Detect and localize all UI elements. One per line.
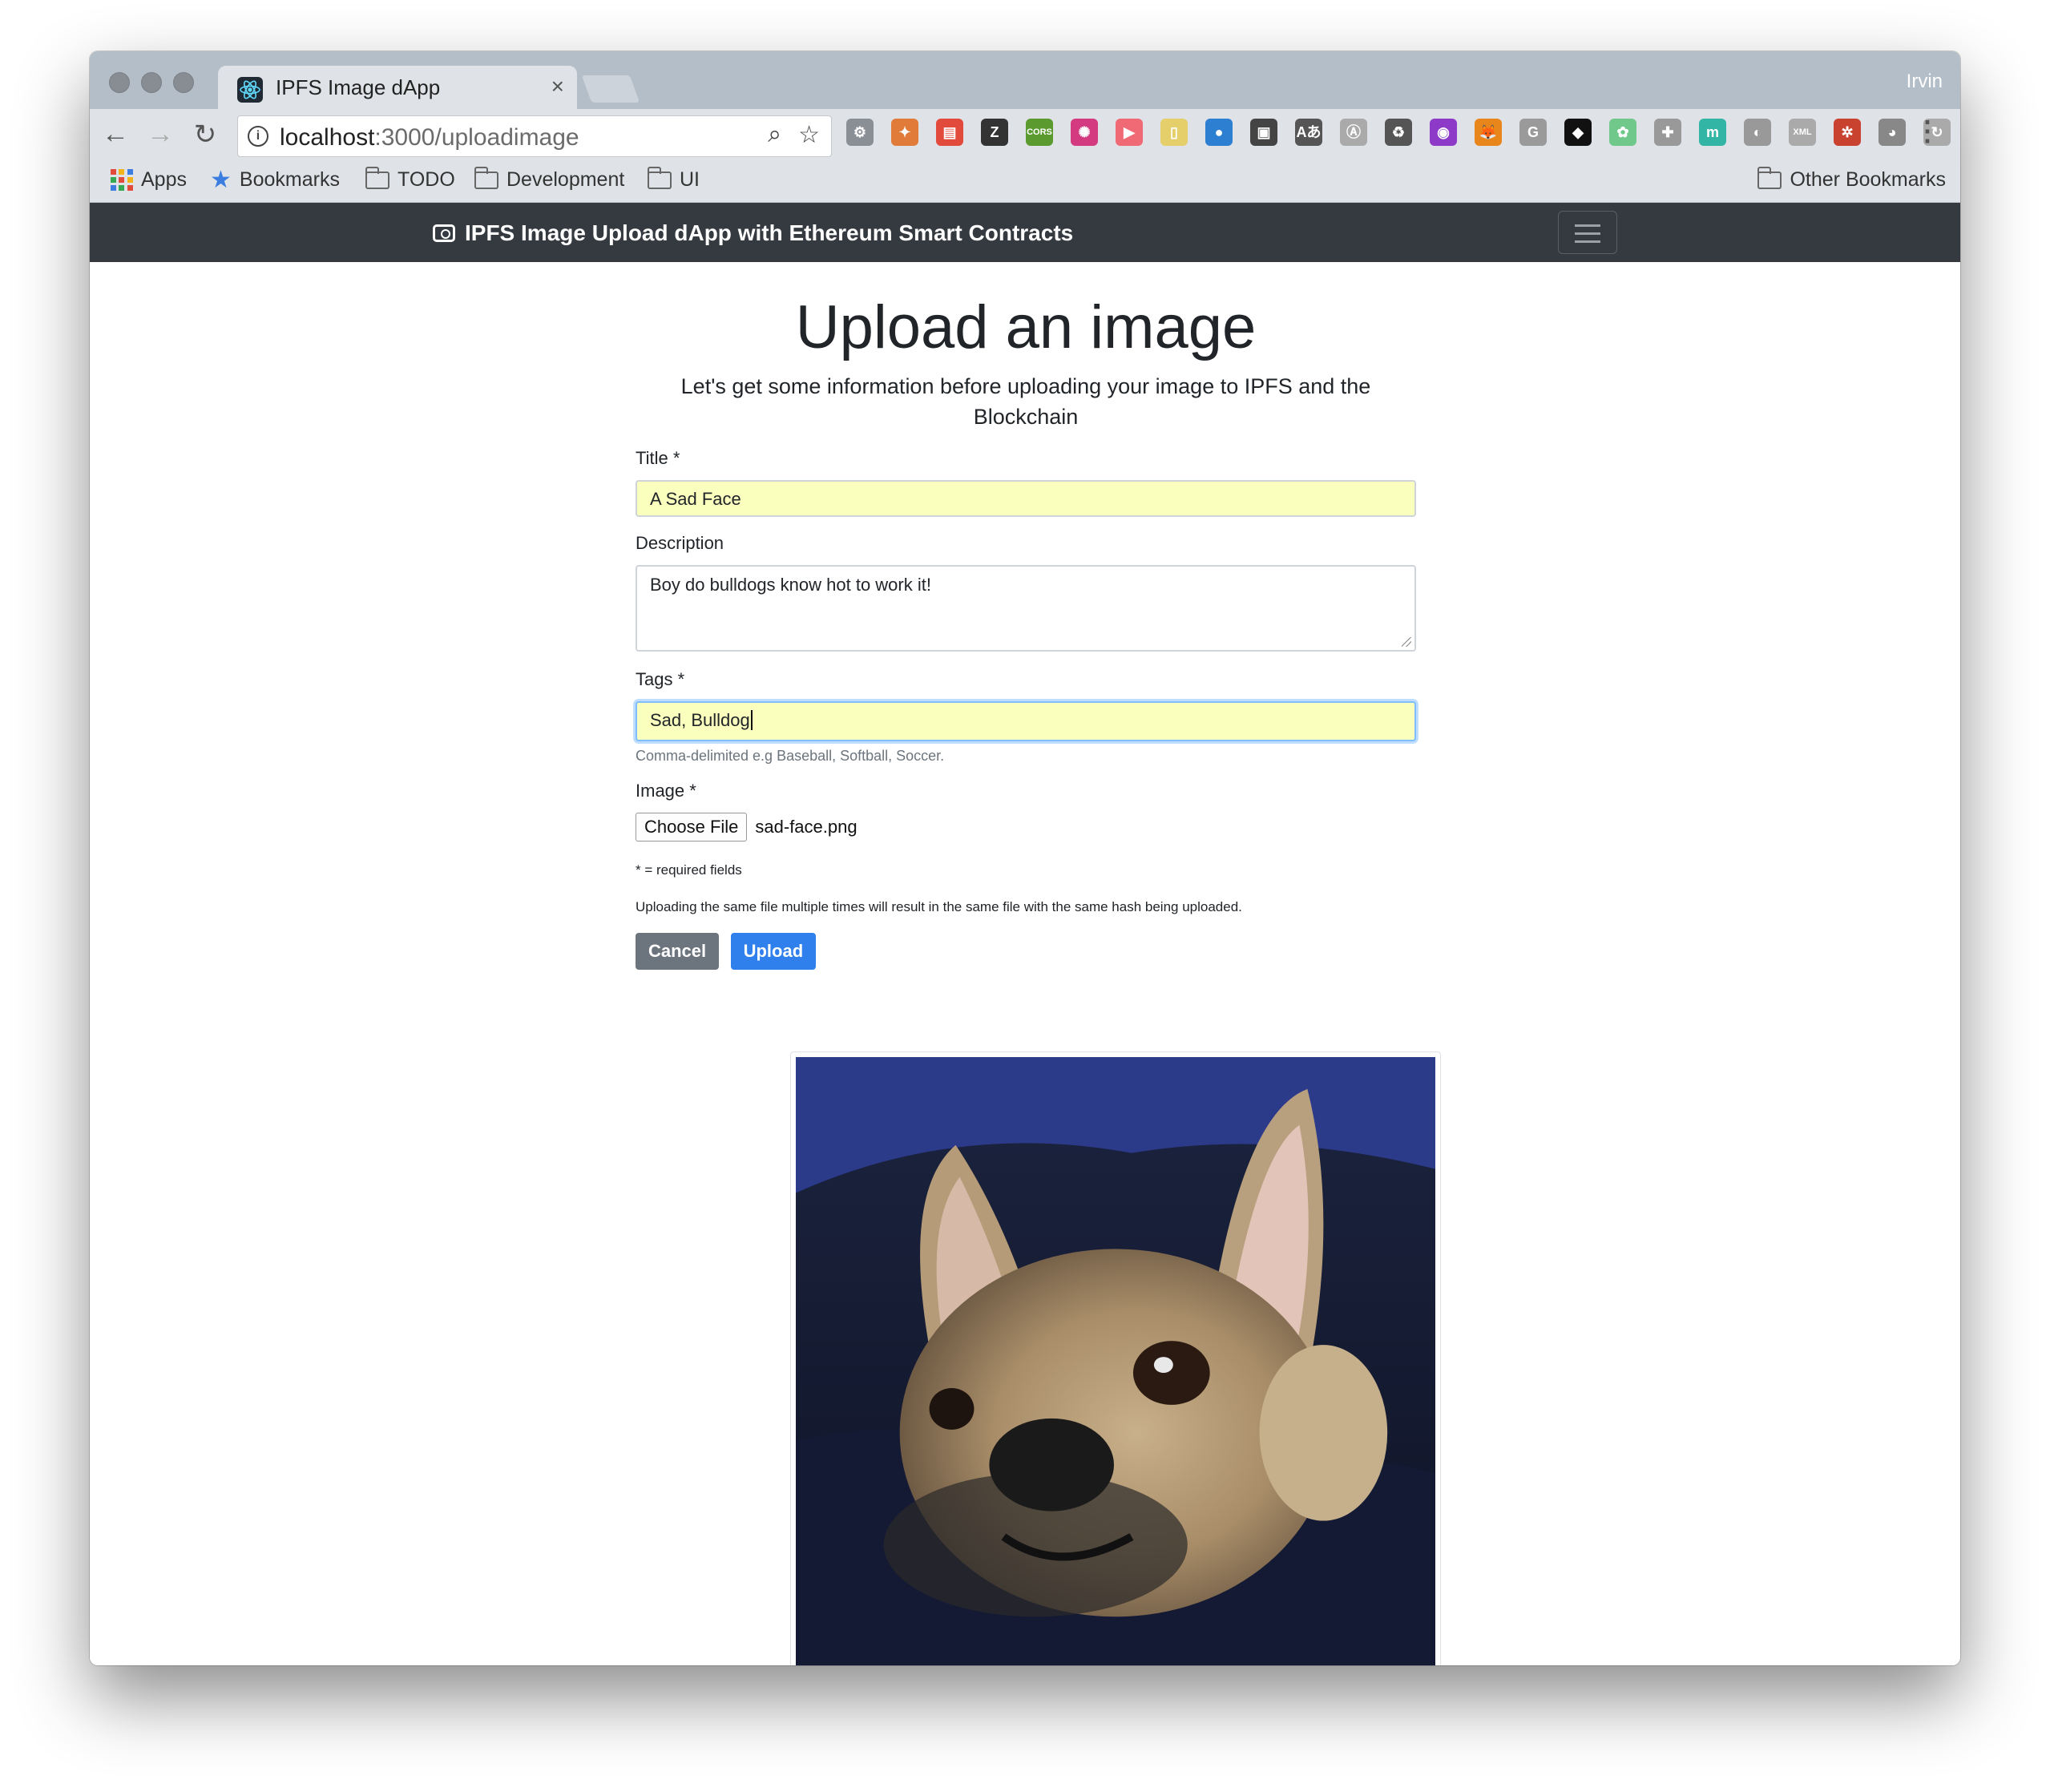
folder-icon (648, 166, 672, 189)
camera-icon (433, 224, 455, 242)
puzzle-icon[interactable]: ✚ (1654, 119, 1681, 146)
bookmark-todo[interactable]: TODO (365, 166, 455, 192)
title-input[interactable]: A Sad Face (636, 480, 1416, 517)
minimize-window-button[interactable] (141, 72, 162, 93)
extension-1-icon[interactable]: ✦ (891, 119, 918, 146)
navbar-brand[interactable]: IPFS Image Upload dApp with Ethereum Sma… (433, 220, 1073, 246)
page-viewport: IPFS Image Upload dApp with Ethereum Sma… (90, 203, 1960, 1665)
m-circle-icon[interactable]: m (1699, 119, 1726, 146)
browser-tab[interactable]: IPFS Image dApp × (218, 66, 577, 111)
flower-icon[interactable]: ✿ (1609, 119, 1636, 146)
file-input: Choose File sad-face.png (636, 813, 1416, 842)
tab-title: IPFS Image dApp (276, 75, 441, 99)
metamask-icon[interactable]: 🦊 (1475, 119, 1502, 146)
address-bar[interactable]: i localhost:3000/uploadimage ⌕ ☆ (237, 115, 832, 157)
note-icon[interactable]: ▯ (1160, 119, 1188, 146)
git-icon[interactable]: ◆ (1564, 119, 1592, 146)
grey-circle-icon[interactable]: ◐ (1744, 119, 1771, 146)
bookmarks-bar: Apps ★ Bookmarks TODO Development UI Oth… (90, 160, 1960, 203)
video-icon[interactable]: ▶ (1116, 119, 1143, 146)
zoom-magnifier-icon[interactable]: ⌕ (768, 121, 781, 148)
tab-strip: IPFS Image dApp × Irvin (90, 51, 1960, 111)
tags-label: Tags * (636, 669, 685, 689)
folder-icon (1757, 166, 1782, 189)
app-navbar: IPFS Image Upload dApp with Ethereum Sma… (90, 203, 1960, 262)
cancel-button[interactable]: Cancel (636, 933, 720, 970)
color-wheel-icon[interactable]: ✺ (1071, 119, 1098, 146)
purple-icon[interactable]: ◉ (1430, 119, 1457, 146)
image-preview (790, 1051, 1441, 1665)
hamburger-icon (1575, 224, 1600, 227)
chrome-menu-icon[interactable]: ⋮ (1914, 115, 1941, 147)
close-window-button[interactable] (109, 72, 130, 93)
react-favicon-icon (237, 77, 263, 103)
site-info-icon[interactable]: i (248, 126, 268, 147)
bulldog-photo (796, 1057, 1435, 1665)
zoom-window-button[interactable] (173, 72, 194, 93)
upload-button[interactable]: Upload (730, 933, 817, 970)
selected-file-name: sad-face.png (755, 817, 858, 837)
translate-icon[interactable]: Aあ (1295, 119, 1322, 146)
calendar-icon[interactable]: ▤ (936, 119, 963, 146)
g-icon[interactable]: G (1519, 119, 1547, 146)
browser-toolbar: ← → ↻ i localhost:3000/uploadimage ⌕ ☆ ⚙… (90, 109, 1960, 160)
bookmark-development[interactable]: Development (474, 166, 624, 192)
xml-icon[interactable]: XML (1789, 119, 1816, 146)
apps-grid-icon (111, 168, 133, 192)
folder-icon (365, 166, 389, 189)
back-arrow-icon[interactable]: ← (99, 119, 131, 150)
tags-help-text: Comma-delimited e.g Baseball, Softball, … (636, 748, 945, 764)
navbar-toggler-button[interactable] (1558, 211, 1617, 254)
folder-icon (474, 166, 498, 189)
forward-arrow-icon[interactable]: → (144, 119, 176, 150)
recycle-icon[interactable]: ♻ (1385, 119, 1412, 146)
bookmark-apps[interactable]: Apps (111, 168, 187, 192)
reload-icon[interactable]: ↻ (189, 119, 221, 151)
upload-form: Upload an image Let's get some informati… (636, 262, 1416, 970)
circle-blue-icon[interactable]: ● (1205, 119, 1233, 146)
paw-icon[interactable]: ✲ (1834, 119, 1861, 146)
user-icon[interactable]: ◕ (1878, 119, 1906, 146)
page-title: Upload an image (795, 293, 1257, 361)
settings-gear-icon[interactable]: ⚙ (846, 119, 874, 146)
new-tab-button[interactable] (581, 75, 640, 103)
resize-grip-icon[interactable] (1402, 637, 1411, 647)
browser-window: IPFS Image dApp × Irvin ← → ↻ i localhos… (90, 51, 1960, 1665)
profile-name[interactable]: Irvin (1907, 71, 1943, 93)
bookmark-ui[interactable]: UI (648, 166, 700, 192)
bookmark-star-icon[interactable]: ☆ (798, 121, 820, 149)
title-label: Title * (636, 448, 680, 468)
screenshot-icon[interactable]: ▣ (1250, 119, 1277, 146)
tags-input[interactable]: Sad, Bulldog (636, 701, 1416, 741)
url-text[interactable]: localhost:3000/uploadimage (280, 124, 579, 151)
zotero-icon[interactable]: Z (981, 119, 1008, 146)
bookmark-other[interactable]: Other Bookmarks (1757, 166, 1946, 192)
tab-close-icon[interactable]: × (551, 74, 564, 99)
upload-note: Uploading the same file multiple times w… (636, 899, 1242, 914)
description-label: Description (636, 533, 724, 553)
choose-file-button[interactable]: Choose File (636, 813, 748, 842)
star-icon: ★ (210, 166, 232, 193)
form-actions: Cancel Upload (636, 933, 1416, 970)
text-cursor (750, 710, 753, 730)
image-label: Image * (636, 781, 696, 801)
description-textarea[interactable]: Boy do bulldogs know hot to work it! (636, 565, 1416, 652)
bookmark-bookmarks[interactable]: ★ Bookmarks (210, 166, 340, 193)
cors-icon[interactable]: CORS (1026, 119, 1053, 146)
page-lead: Let's get some information before upload… (680, 374, 1371, 429)
required-note: * = required fields (636, 862, 742, 878)
a-circle-icon[interactable]: Ⓐ (1340, 119, 1367, 146)
